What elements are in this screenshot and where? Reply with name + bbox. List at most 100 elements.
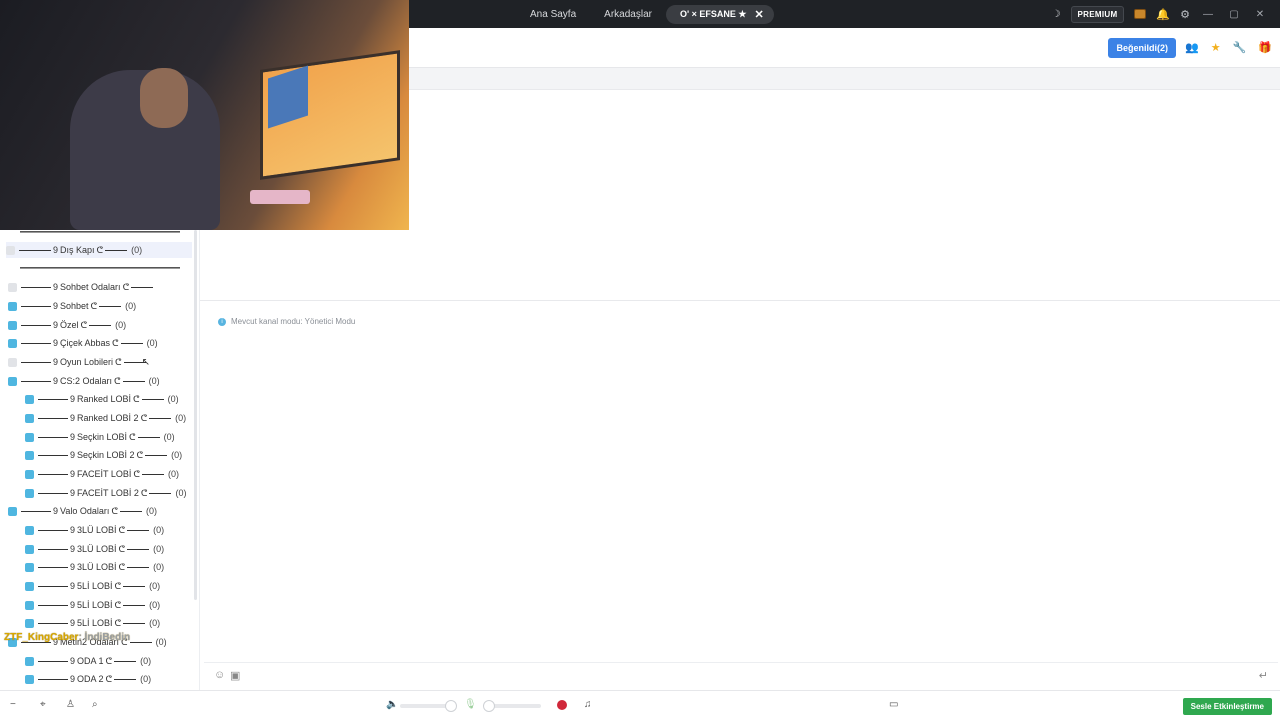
channel-checkbox[interactable]: [25, 656, 34, 666]
close-tab-icon[interactable]: ✕: [754, 8, 763, 21]
message-input-bar[interactable]: ☺ ▣ ↵: [204, 662, 1278, 688]
channel-row[interactable]: 9 Oyun Lobileri ᕦ ↖: [8, 354, 150, 370]
channel-label: Dış Kapı: [60, 245, 95, 255]
channel-checkbox[interactable]: [25, 488, 34, 498]
channel-checkbox[interactable]: [25, 450, 34, 460]
channel-label: Çiçek Abbas: [60, 338, 111, 348]
channel-checkbox[interactable]: [25, 413, 34, 423]
room-toolbar: Beğenildi(2) 👥 ★ 🔧 🎁: [409, 28, 1280, 68]
channel-row[interactable]: 9 Sohbet ᕦ (0): [8, 298, 136, 314]
premium-button[interactable]: PREMIUM: [1070, 5, 1125, 23]
channel-checkbox[interactable]: [25, 674, 34, 684]
channel-row[interactable]: 9 5Lİ LOBİ ᕦ (0): [25, 615, 160, 631]
channel-row[interactable]: 9 Seçkin LOBİ 2 ᕦ (0): [25, 447, 182, 463]
channel-label: FACEİT LOBİ 2: [77, 488, 139, 498]
channel-row[interactable]: 9 ODA 1 ᕦ (0): [25, 653, 151, 669]
channel-checkbox[interactable]: [8, 301, 17, 311]
speaker-icon[interactable]: 🔈: [386, 699, 398, 710]
nav-friends[interactable]: Arkadaşlar: [604, 9, 652, 20]
minimize-button[interactable]: —: [1200, 9, 1216, 20]
search-icon[interactable]: ⌕: [92, 699, 98, 710]
channel-checkbox[interactable]: [25, 525, 34, 535]
top-nav: Ana Sayfa Arkadaşlar O' × EFSANE ★ ✕: [516, 4, 774, 24]
channel-row[interactable]: 9 5Lİ LOBİ ᕦ (0): [25, 597, 160, 613]
enter-icon[interactable]: ↵: [1259, 669, 1268, 682]
chest-icon[interactable]: [1134, 9, 1147, 19]
channel-row[interactable]: 9 CS:2 Odaları ᕦ (0): [8, 373, 160, 389]
channel-row[interactable]: 9 Valo Odaları ᕦ (0): [8, 503, 157, 519]
emoji-icon[interactable]: ☺: [214, 669, 225, 681]
channel-row[interactable]: 9 5Lİ LOBİ ᕦ (0): [25, 578, 160, 594]
dark-mode-icon[interactable]: ☽: [1052, 9, 1061, 20]
channel-label: CS:2 Odaları: [60, 376, 113, 386]
image-icon[interactable]: ▣: [230, 669, 240, 682]
channel-checkbox[interactable]: [8, 320, 17, 330]
gear-icon[interactable]: ⚙: [1180, 8, 1190, 21]
info-icon: i: [218, 317, 226, 326]
channel-row[interactable]: 9 Seçkin LOBİ ᕦ (0): [25, 429, 175, 445]
channel-checkbox[interactable]: [8, 357, 17, 367]
music-icon[interactable]: ♫: [584, 699, 592, 710]
channel-count: (0): [163, 432, 175, 442]
channel-count: (0): [148, 376, 160, 386]
channel-checkbox[interactable]: [25, 469, 34, 479]
channel-checkbox[interactable]: [25, 432, 34, 442]
channel-checkbox[interactable]: [8, 376, 17, 386]
channel-label: ODA 2: [77, 674, 104, 684]
channel-row[interactable]: 9 3LÜ LOBİ ᕦ (0): [25, 522, 164, 538]
nav-home[interactable]: Ana Sayfa: [530, 9, 576, 20]
location-icon[interactable]: ⌖: [40, 699, 46, 710]
channel-label: FACEİT LOBİ: [77, 469, 132, 479]
channel-count: (0): [153, 544, 165, 554]
channel-row[interactable]: 9 Dış Kapı ᕦ (0): [6, 242, 192, 258]
microphone-icon[interactable]: 🎙: [464, 699, 477, 710]
close-window-button[interactable]: ✕: [1252, 9, 1268, 20]
channel-label: Özel: [60, 320, 79, 330]
channel-label: Ranked LOBİ 2: [77, 413, 139, 423]
channel-checkbox[interactable]: [6, 245, 15, 255]
active-room-tab[interactable]: O' × EFSANE ★ ✕: [665, 4, 774, 24]
channel-row[interactable]: 9 FACEİT LOBİ 2 ᕦ (0): [25, 485, 186, 501]
channel-row[interactable]: 9 Ranked LOBİ ᕦ (0): [25, 391, 179, 407]
channel-row[interactable]: 9 FACEİT LOBİ ᕦ (0): [25, 466, 179, 482]
channel-checkbox[interactable]: [25, 394, 34, 404]
channel-checkbox[interactable]: [8, 338, 17, 348]
mic-knob[interactable]: [483, 700, 495, 712]
channel-checkbox[interactable]: [25, 581, 34, 591]
channel-label: Valo Odaları: [60, 506, 110, 516]
channel-count: (0): [155, 637, 167, 647]
users-icon[interactable]: 👥: [1185, 41, 1199, 54]
bottom-bar: − ⌖ ♙ ⌕ 🔈 🎙 ♫ ▭ Sesle Etkinleştirme: [0, 690, 1280, 720]
record-button[interactable]: [557, 700, 567, 710]
minimize-icon[interactable]: −: [10, 699, 16, 710]
channel-row[interactable]: 9 Çiçek Abbas ᕦ (0): [8, 335, 158, 351]
bell-icon[interactable]: 🔔: [1156, 8, 1170, 21]
channel-checkbox[interactable]: [25, 600, 34, 610]
channel-checkbox[interactable]: [25, 544, 34, 554]
channel-checkbox[interactable]: [25, 562, 34, 572]
channel-separator: [20, 267, 180, 269]
volume-knob[interactable]: [445, 700, 457, 712]
channel-checkbox[interactable]: [8, 506, 17, 516]
channel-label: 3LÜ LOBİ: [77, 544, 117, 554]
channel-row[interactable]: 9 Sohbet Odaları ᕦ: [8, 279, 154, 295]
channel-row[interactable]: 9 3LÜ LOBİ ᕦ (0): [25, 559, 164, 575]
sidebar-scrollbar[interactable]: [194, 230, 197, 600]
star-icon[interactable]: ★: [1211, 41, 1221, 54]
likes-button[interactable]: Beğenildi(2): [1108, 38, 1176, 58]
content-divider[interactable]: [200, 300, 1280, 301]
channel-checkbox[interactable]: [8, 282, 17, 292]
channel-count: (0): [175, 413, 187, 423]
channel-row[interactable]: 9 ODA 2 ᕦ (0): [25, 671, 151, 687]
wrench-icon[interactable]: 🔧: [1233, 41, 1247, 54]
voice-activation-button[interactable]: Sesle Etkinleştirme: [1182, 698, 1272, 715]
user-icon[interactable]: ♙: [66, 699, 75, 710]
channel-label: 5Lİ LOBİ: [77, 618, 113, 628]
channel-checkbox[interactable]: [25, 618, 34, 628]
screen-share-icon[interactable]: ▭: [889, 699, 898, 710]
gift-icon[interactable]: 🎁: [1258, 41, 1272, 54]
channel-row[interactable]: 9 Özel ᕦ (0): [8, 317, 126, 333]
channel-row[interactable]: 9 3LÜ LOBİ ᕦ (0): [25, 541, 164, 557]
maximize-button[interactable]: ▢: [1226, 9, 1242, 20]
channel-row[interactable]: 9 Ranked LOBİ 2 ᕦ (0): [25, 410, 186, 426]
